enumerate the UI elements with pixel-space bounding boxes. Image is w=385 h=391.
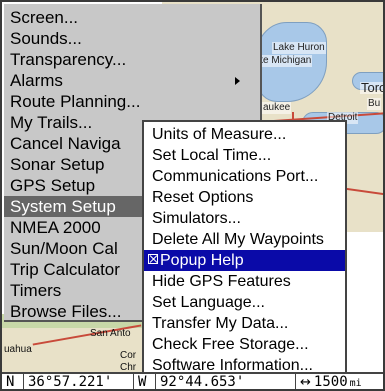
submenu-item-label: Check Free Storage... [152, 336, 309, 353]
submenu-item-label: Units of Measure... [152, 126, 287, 143]
menu-item-route-planning[interactable]: Route Planning... [4, 91, 260, 112]
menu-item-label: Browse Files... [10, 302, 122, 321]
menu-item-label: Sun/Moon Cal [10, 239, 118, 258]
submenu-item-communications-port[interactable]: Communications Port... [144, 166, 345, 187]
system-setup-submenu: Units of Measure... Set Local Time... Co… [142, 120, 347, 378]
scale-range-icon: ↔ [300, 375, 311, 390]
latitude-readout: 36°57.221' [24, 374, 134, 390]
status-bar: N 36°57.221' W 92°44.653' ↔ 1500 mi [2, 372, 383, 390]
submenu-item-label: Reset Options [152, 189, 254, 206]
submenu-item-label: Popup Help [160, 252, 244, 269]
menu-item-screen[interactable]: Screen... [4, 7, 260, 28]
menu-item-label: Trip Calculator [10, 260, 120, 279]
menu-item-label: Cancel Naviga [10, 134, 121, 153]
submenu-item-transfer-my-data[interactable]: Transfer My Data... [144, 313, 345, 334]
menu-item-alarms[interactable]: Alarms [4, 70, 260, 91]
submenu-item-delete-all-waypoints[interactable]: Delete All My Waypoints [144, 229, 345, 250]
menu-item-label: Sonar Setup [10, 155, 105, 174]
submenu-item-label: Simulators... [152, 210, 241, 227]
submenu-item-label: Delete All My Waypoints [152, 231, 324, 248]
checked-checkbox-icon[interactable] [148, 254, 158, 264]
submenu-item-label: Set Local Time... [152, 147, 272, 164]
latitude-hemisphere: N [2, 374, 24, 390]
longitude-readout: 92°44.653' [156, 374, 296, 390]
submenu-item-label: Communications Port... [152, 168, 319, 185]
menu-item-label: Alarms [10, 71, 63, 90]
submenu-item-check-free-storage[interactable]: Check Free Storage... [144, 334, 345, 355]
menu-item-label: Sounds... [10, 29, 82, 48]
scale-unit: mi [349, 378, 362, 389]
submenu-item-popup-help[interactable]: Popup Help [144, 250, 345, 271]
menu-item-sounds[interactable]: Sounds... [4, 28, 260, 49]
menu-item-label: System Setup [10, 197, 116, 216]
map-label-san-antonio: San Anto [90, 328, 131, 339]
menu-item-label: GPS Setup [10, 176, 96, 195]
submenu-item-hide-gps-features[interactable]: Hide GPS Features [144, 271, 345, 292]
gps-display: Lake Huron ke Michigan Toro Bu aukee Det… [0, 0, 385, 391]
latitude-hemisphere-label: N [6, 374, 15, 390]
menu-item-label: Screen... [10, 8, 79, 27]
menu-item-label: My Trails... [10, 113, 93, 132]
map-label-chihuahua: uahua [4, 344, 32, 355]
submenu-item-label: Hide GPS Features [152, 273, 291, 290]
longitude-hemisphere-label: W [138, 374, 147, 390]
longitude-value: 92°44.653' [160, 374, 245, 390]
submenu-item-set-local-time[interactable]: Set Local Time... [144, 145, 345, 166]
map-label-buffalo: Bu [367, 98, 382, 110]
menu-item-transparency[interactable]: Transparency... [4, 49, 260, 70]
submenu-item-label: Transfer My Data... [152, 315, 289, 332]
menu-item-label: Timers [10, 281, 62, 300]
menu-item-label: NMEA 2000 [10, 218, 101, 237]
submenu-item-label: Set Language... [152, 294, 265, 311]
map-label-corpus: Cor [120, 350, 137, 361]
map-label-lake-michigan: ke Michigan [257, 55, 313, 67]
latitude-value: 36°57.221' [28, 374, 113, 390]
submenu-item-units-of-measure[interactable]: Units of Measure... [144, 124, 345, 145]
map-label-toronto: Toro [360, 81, 383, 94]
map-view-lower[interactable]: San Anto uahua Cor Chr [2, 314, 142, 376]
scale-value: 1500 [313, 374, 348, 390]
map-label-lake-huron: Lake Huron [272, 42, 326, 54]
menu-item-label: Transparency... [10, 50, 127, 69]
submenu-arrow-icon [235, 77, 240, 85]
menu-item-label: Route Planning... [10, 92, 141, 111]
submenu-item-set-language[interactable]: Set Language... [144, 292, 345, 313]
map-scale: ↔ 1500 mi [296, 374, 383, 390]
longitude-hemisphere: W [134, 374, 156, 390]
map-label-milwaukee: aukee [262, 102, 292, 114]
submenu-item-simulators[interactable]: Simulators... [144, 208, 345, 229]
submenu-item-reset-options[interactable]: Reset Options [144, 187, 345, 208]
